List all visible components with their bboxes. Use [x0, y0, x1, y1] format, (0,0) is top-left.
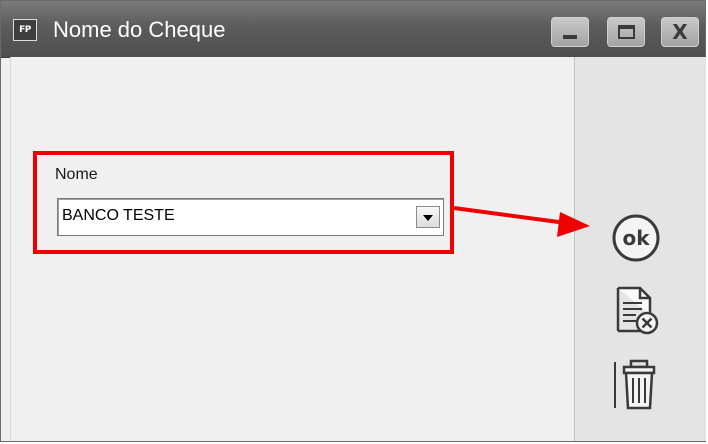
trash-icon	[614, 359, 656, 410]
minimize-button[interactable]	[551, 17, 589, 47]
close-icon: X	[672, 20, 688, 44]
ok-button[interactable]: ok	[611, 213, 661, 263]
window-title: Nome do Cheque	[53, 17, 226, 42]
ok-label: ok	[622, 226, 650, 250]
minimize-icon	[563, 35, 577, 39]
title-bar: FP Nome do Cheque X	[1, 1, 705, 58]
app-logo-icon: FP	[13, 19, 37, 41]
maximize-button[interactable]	[607, 17, 645, 47]
ok-circle-icon: ok	[612, 214, 660, 262]
document-cancel-icon	[616, 286, 659, 335]
highlight-annotation-box	[33, 151, 454, 254]
delete-button[interactable]	[612, 358, 662, 412]
close-button[interactable]: X	[661, 17, 699, 47]
maximize-icon	[618, 25, 635, 39]
cancel-button[interactable]	[612, 285, 660, 337]
